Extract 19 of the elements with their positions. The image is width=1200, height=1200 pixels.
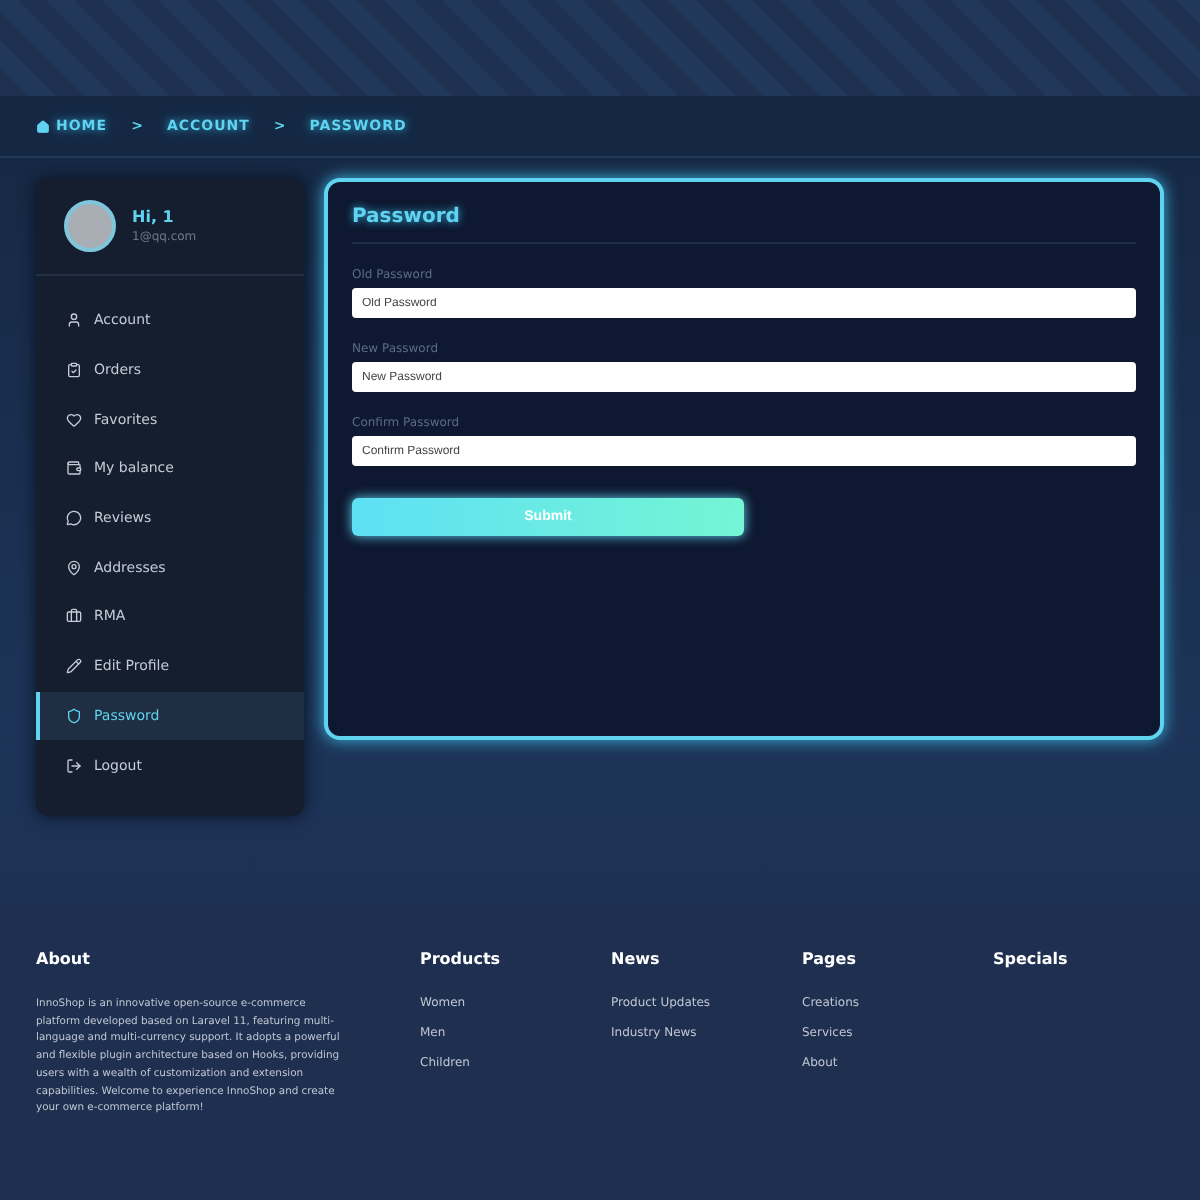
footer-heading: About — [36, 950, 92, 968]
footer-heading: Specials — [993, 950, 1070, 968]
footer-heading: Pages — [802, 950, 858, 968]
clipboard-icon — [66, 362, 82, 379]
card-title: Password — [352, 206, 1136, 244]
shield-icon — [66, 707, 82, 724]
heart-icon — [66, 411, 82, 428]
briefcase-icon — [66, 608, 82, 625]
footer-heading: News — [611, 950, 662, 968]
wallet-icon — [66, 460, 82, 477]
chat-icon — [66, 510, 82, 527]
footer-heading: Products — [420, 950, 503, 968]
user-icon — [66, 312, 82, 329]
pencil-icon — [66, 658, 82, 675]
home-icon — [36, 119, 50, 133]
logout-icon — [66, 757, 82, 774]
map-pin-icon — [66, 559, 82, 576]
avatar — [64, 200, 116, 252]
greeting: Hi, 1 — [132, 208, 176, 226]
